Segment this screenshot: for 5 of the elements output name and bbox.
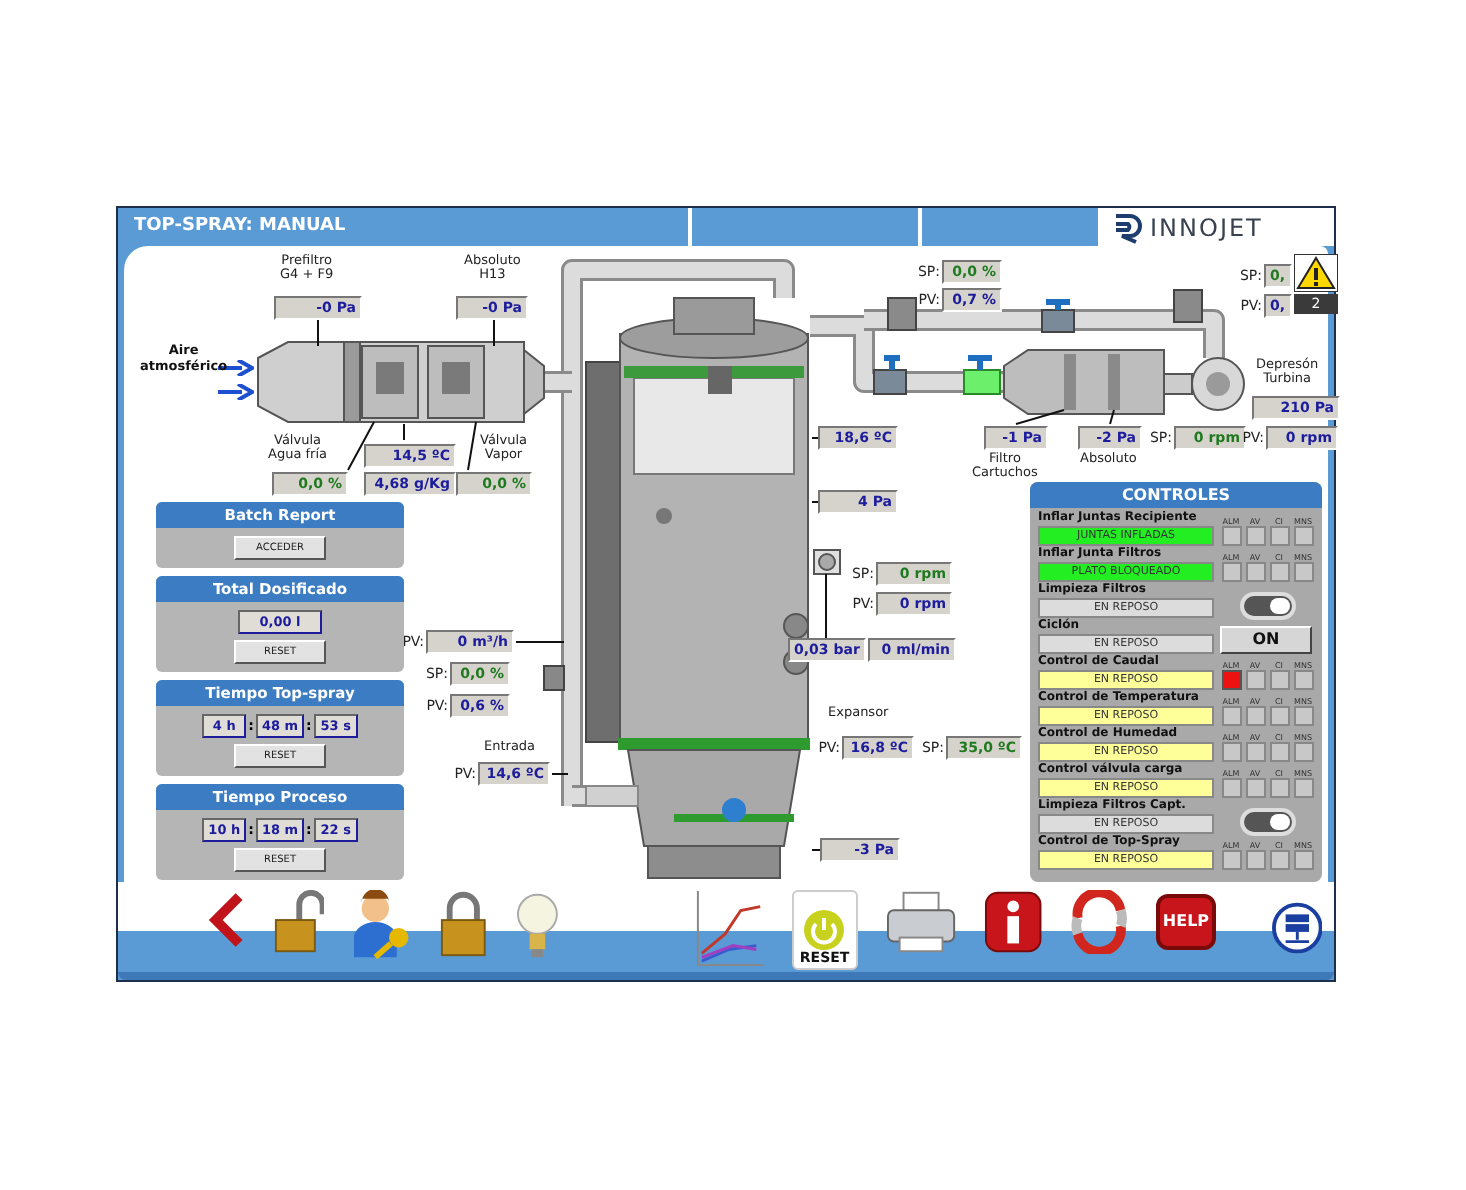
logo-text: INNOJET [1150,211,1263,245]
help-button[interactable]: HELP [1156,894,1216,950]
on-button[interactable]: ON [1220,626,1312,654]
controls-title: CONTROLES [1030,482,1322,508]
window-title: TOP-SPRAY: MANUAL [132,214,348,240]
